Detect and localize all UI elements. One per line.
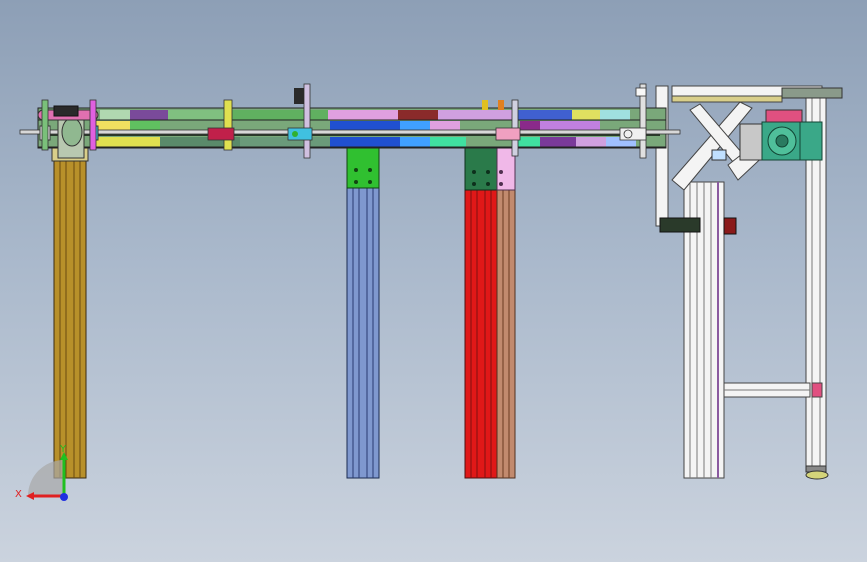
leveling-foot (805, 470, 829, 480)
leg-2[interactable] (346, 147, 380, 479)
leg-2-bracket (346, 147, 380, 189)
leg-1[interactable] (51, 144, 89, 479)
x-axis-label: X (15, 489, 22, 500)
cad-viewport[interactable]: X Y (0, 0, 867, 562)
leg-3[interactable] (464, 127, 516, 479)
assembly-drawing: X Y (15, 83, 843, 501)
coordinate-triad: X Y (15, 444, 68, 501)
conveyor-beam[interactable] (37, 107, 667, 149)
main-shaft (19, 129, 681, 135)
y-axis-label: Y (59, 444, 67, 455)
